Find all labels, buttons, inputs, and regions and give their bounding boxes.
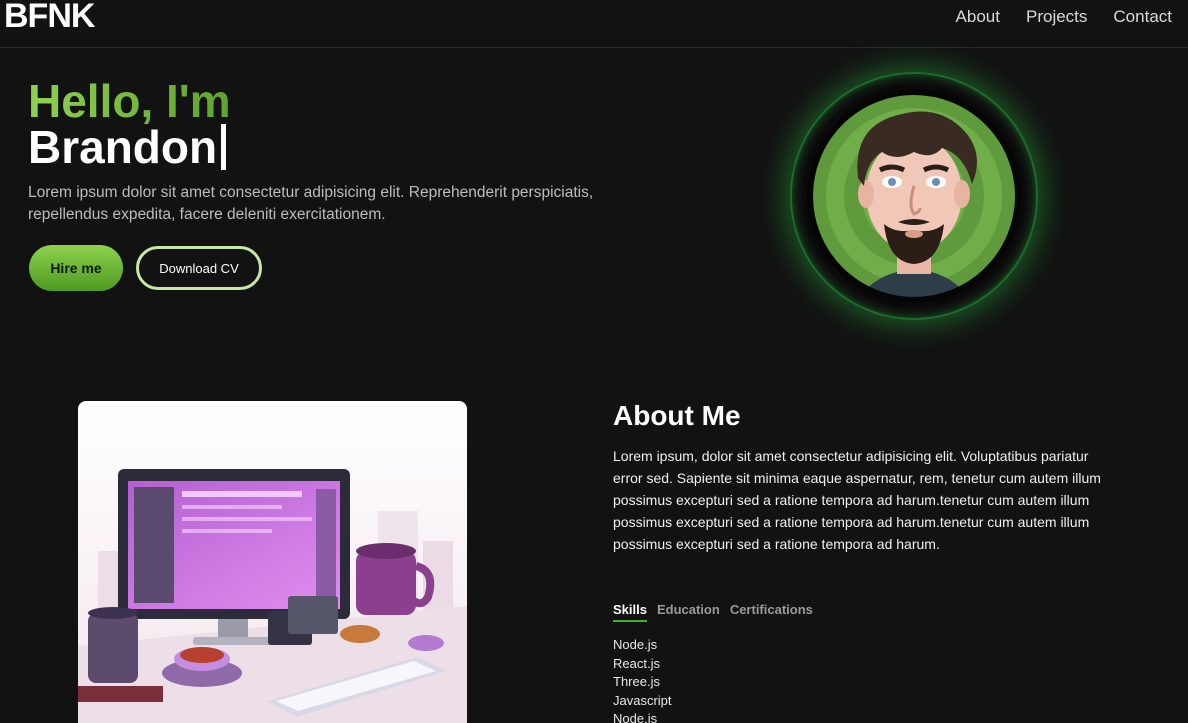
avatar-illustration [802, 84, 1026, 308]
hero-name-text: Brandon [28, 121, 218, 173]
nav-link-about[interactable]: About [956, 7, 1000, 27]
tab-skills[interactable]: Skills [613, 602, 647, 622]
list-item: Three.js [613, 674, 660, 689]
tab-education[interactable]: Education [657, 602, 720, 622]
list-item: Node.js [613, 637, 658, 652]
about-image [78, 401, 467, 723]
nav-links: About Projects Contact [956, 7, 1172, 27]
list-item: React.js [613, 655, 660, 671]
hero-name: Brandon [28, 121, 227, 173]
about-text: Lorem ipsum, dolor sit amet consectetur … [613, 448, 1101, 552]
about-tabs: Skills Education Certifications [613, 602, 813, 622]
download-cv-button[interactable]: Download CV [136, 246, 262, 290]
portfolio-page: BFNK About Projects Contact Hello, I'm B… [0, 0, 1188, 723]
list-item: Javascript [613, 692, 672, 708]
avatar [790, 72, 1038, 320]
desk-computer-illustration [78, 401, 467, 723]
tab-certifications[interactable]: Certifications [730, 602, 813, 622]
nav-link-projects[interactable]: Projects [1026, 7, 1087, 27]
hero-greeting: Hello, I'm [28, 75, 231, 127]
navbar: BFNK About Projects Contact [0, 0, 1188, 48]
hire-me-button[interactable]: Hire me [29, 245, 123, 291]
site-logo[interactable]: BFNK [4, 0, 95, 36]
skills-list: Node.js React.js Three.js Javascript Nod… [613, 636, 672, 723]
about-title: About Me [613, 400, 741, 431]
nav-link-contact[interactable]: Contact [1113, 7, 1172, 27]
typing-cursor [221, 124, 227, 170]
hero-description: Lorem ipsum dolor sit amet consectetur a… [28, 184, 594, 223]
list-item: Node.js [613, 711, 658, 723]
